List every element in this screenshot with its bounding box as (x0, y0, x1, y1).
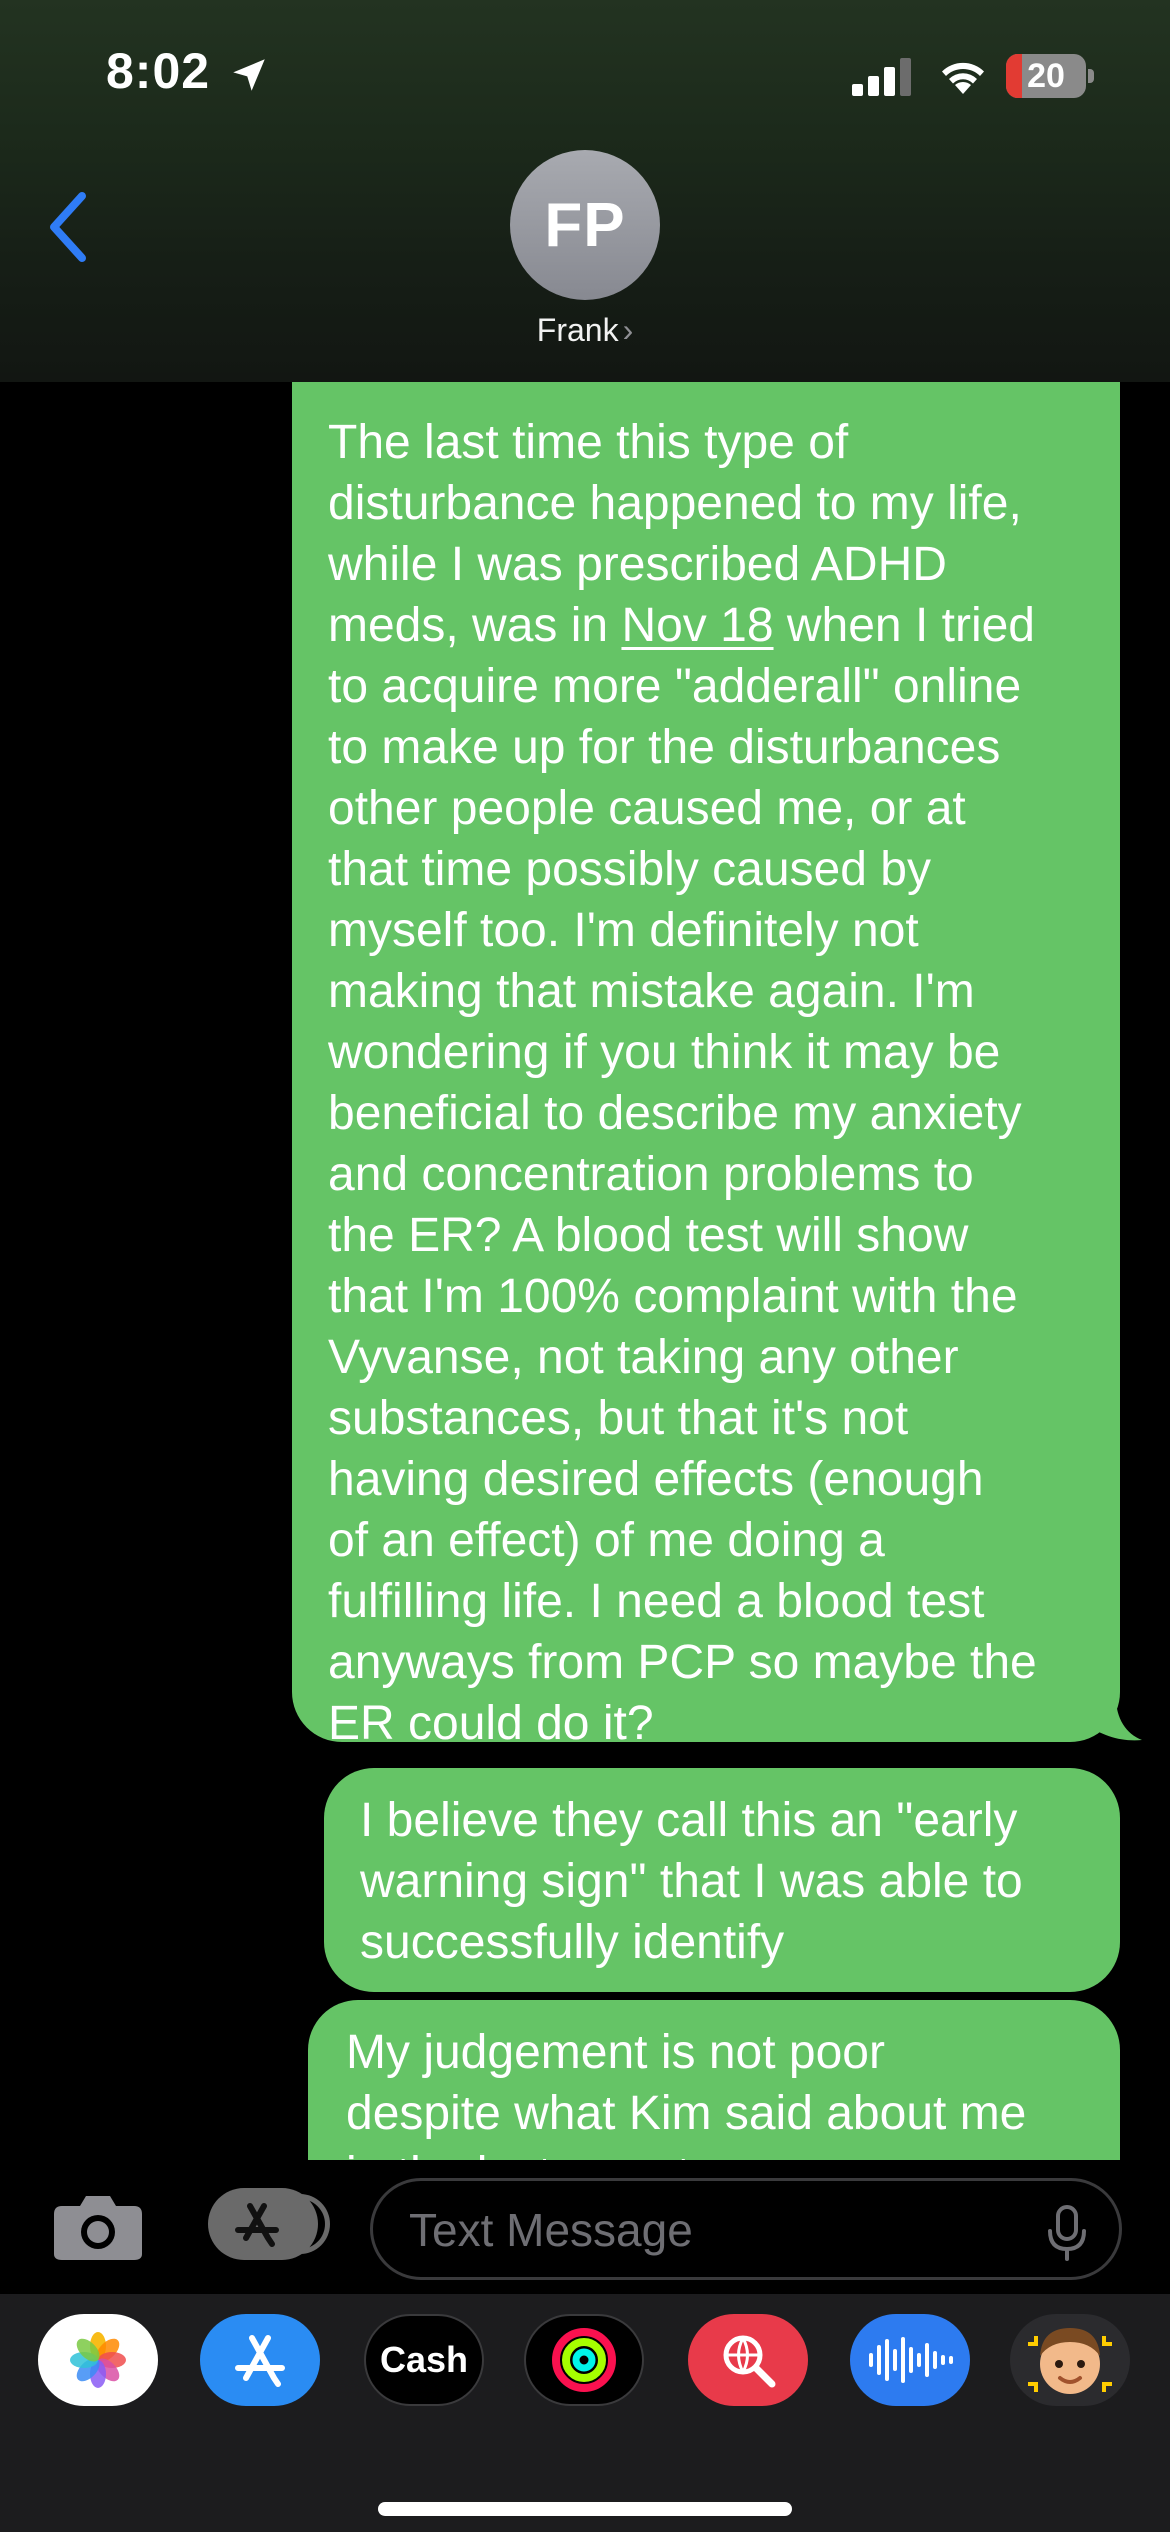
message-line: that time possibly caused by (328, 843, 931, 896)
status-bar: 8:02 20 (0, 0, 1170, 150)
audio-message-app-icon[interactable] (850, 2314, 970, 2406)
message-line: to acquire more "adderall" online (328, 660, 1022, 713)
camera-icon[interactable] (52, 2192, 144, 2262)
message-line: while I was prescribed ADHD (328, 538, 947, 591)
cash-label: Cash (379, 2339, 469, 2380)
conversation-header: 8:02 20 FP Frank › (0, 0, 1170, 382)
message-line: the ER? A blood test will show (328, 1209, 969, 1262)
web-search-app-icon[interactable] (688, 2314, 808, 2406)
message-line: ER could do it? (328, 1697, 654, 1750)
message-line: wondering if you think it may be (328, 1026, 1001, 1079)
message-input-field[interactable] (370, 2178, 1122, 2280)
message-line: of an effect) of me doing a (328, 1514, 885, 1567)
fitness-app-icon[interactable] (524, 2314, 644, 2406)
message-line: fulfilling life. I need a blood test (328, 1575, 985, 1628)
apple-cash-app-icon[interactable]: Cash (364, 2314, 484, 2406)
composer-bar (0, 2160, 1170, 2294)
message-line: myself too. I'm definitely not (328, 904, 919, 957)
message-line: to make up for the disturbances (328, 721, 1001, 774)
message-line: disturbance happened to my life, (328, 477, 1022, 530)
message-line: beneficial to describe my anxiety (328, 1087, 1022, 1140)
message-line: meds, was in Nov 18 when I tried (328, 599, 1035, 652)
battery-icon: 20 (1006, 54, 1096, 98)
message-line: Vyvanse, not taking any other (328, 1331, 959, 1384)
message-line: having desired effects (enough (328, 1453, 984, 1506)
cellular-signal-icon (852, 58, 911, 96)
message-line: My judgement is not poor (346, 2026, 885, 2079)
date-link[interactable]: Nov 18 (621, 599, 773, 652)
message-line: anyways from PCP so maybe the (328, 1636, 1037, 1689)
microphone-icon[interactable] (1045, 2205, 1089, 2261)
message-line: despite what Kim said about me (346, 2087, 1027, 2140)
message-bubble[interactable]: My judgement is not poor despite what Ki… (308, 2000, 1120, 2162)
wifi-icon (942, 62, 984, 94)
message-line: making that mistake again. I'm (328, 965, 975, 1018)
contact-name: Frank (536, 312, 619, 348)
message-bubble[interactable]: I believe they call this an "early warni… (324, 1768, 1120, 1992)
photos-app-icon[interactable] (38, 2314, 158, 2406)
apps-button[interactable] (208, 2188, 330, 2260)
app-store-app-icon[interactable] (200, 2314, 320, 2406)
home-indicator[interactable] (378, 2502, 792, 2516)
app-store-icon (235, 2203, 279, 2247)
message-line: that I'm 100% complaint with the (328, 1270, 1018, 1323)
message-line: successfully identify (360, 1916, 785, 1969)
contact-name-button[interactable]: Frank › (485, 312, 685, 349)
chevron-right-icon: › (622, 312, 634, 348)
message-bubble[interactable]: The last time this type of disturbance h… (292, 382, 1142, 1750)
message-line: substances, but that it's not (328, 1392, 909, 1445)
bubble-tail (1086, 1698, 1142, 1741)
back-chevron-icon[interactable] (44, 190, 94, 264)
message-list[interactable]: The last time this type of disturbance h… (0, 382, 1170, 2162)
message-input[interactable] (409, 2201, 1009, 2259)
message-line: I believe they call this an "early (360, 1794, 1018, 1847)
location-arrow-icon (233, 59, 265, 91)
imessage-app-drawer: Cash (0, 2294, 1170, 2532)
message-line: other people caused me, or at (328, 782, 966, 835)
message-line: and concentration problems to (328, 1148, 974, 1201)
status-time: 8:02 (106, 43, 211, 99)
message-line: The last time this type of (328, 416, 849, 469)
contact-avatar[interactable]: FP (510, 150, 660, 300)
memoji-app-icon[interactable] (1010, 2314, 1130, 2406)
message-line: warning sign" that I was able to (360, 1855, 1023, 1908)
battery-level: 20 (1027, 57, 1065, 95)
